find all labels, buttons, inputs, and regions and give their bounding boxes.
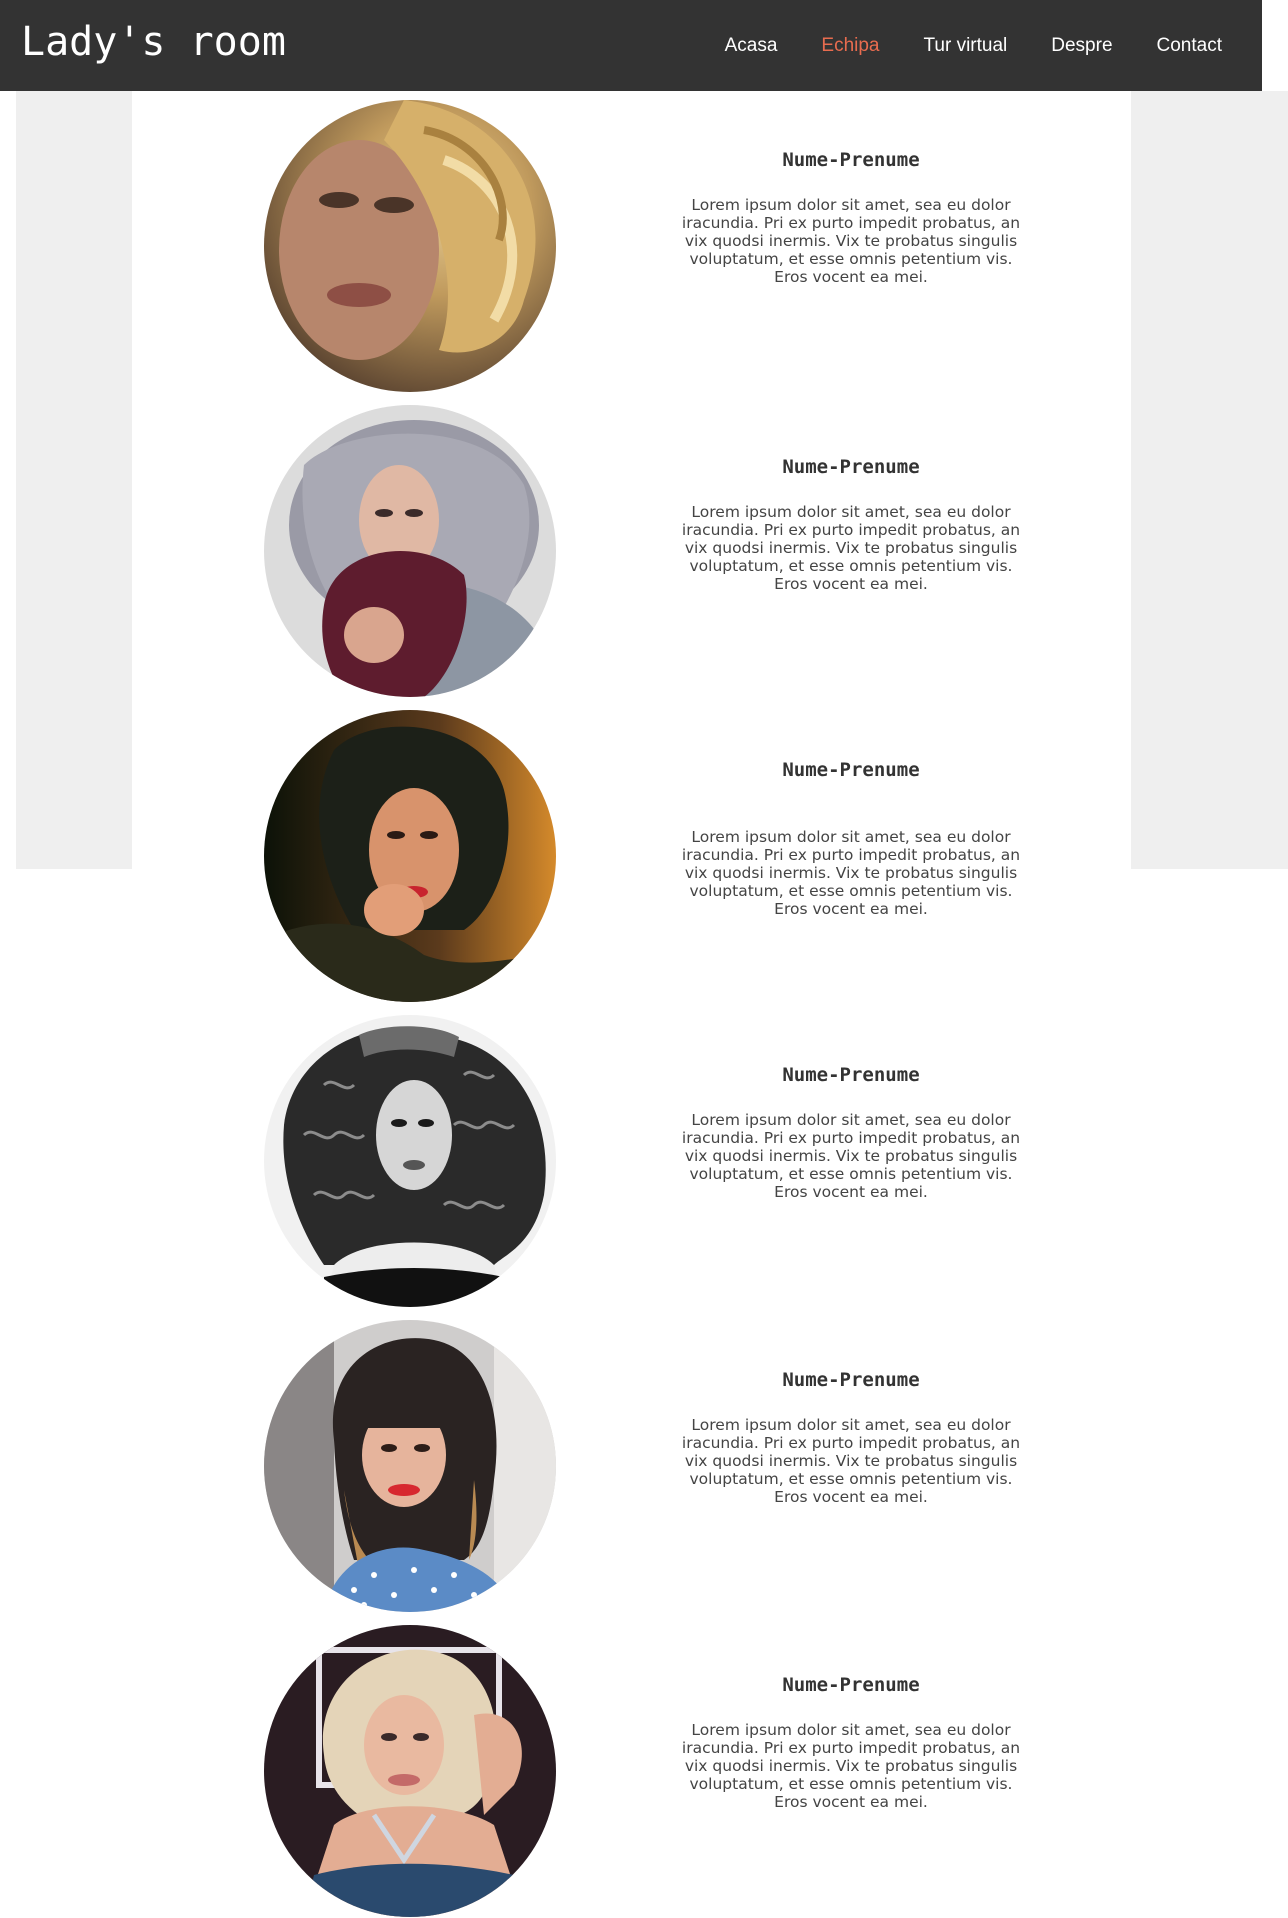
site-brand[interactable]: Lady's room — [21, 17, 286, 67]
team-member-card: Nume-Prenume Lorem ipsum dolor sit amet,… — [264, 1015, 1084, 1307]
member-photo — [264, 1015, 556, 1307]
main-nav: Acasa Echipa Tur virtual Despre Contact — [681, 0, 1222, 91]
member-name: Nume-Prenume — [782, 149, 920, 171]
team-member-card: Nume-Prenume Lorem ipsum dolor sit amet,… — [264, 405, 1084, 697]
member-bio: Lorem ipsum dolor sit amet, sea eu dolor… — [681, 1721, 1021, 1811]
member-info: Nume-Prenume Lorem ipsum dolor sit amet,… — [680, 455, 1022, 593]
nav-link-despre[interactable]: Despre — [1051, 35, 1112, 57]
member-bio: Lorem ipsum dolor sit amet, sea eu dolor… — [681, 1111, 1021, 1201]
team-member-card: Nume-Prenume Lorem ipsum dolor sit amet,… — [264, 710, 1084, 1002]
member-photo — [264, 1625, 556, 1917]
nav-link-echipa[interactable]: Echipa — [821, 35, 879, 57]
top-navbar: Lady's room Acasa Echipa Tur virtual Des… — [0, 0, 1262, 91]
nav-link-acasa[interactable]: Acasa — [725, 35, 778, 57]
member-photo — [264, 710, 556, 1002]
member-name: Nume-Prenume — [782, 1674, 920, 1696]
member-photo — [264, 405, 556, 697]
member-info: Nume-Prenume Lorem ipsum dolor sit amet,… — [680, 148, 1022, 286]
member-name: Nume-Prenume — [782, 1369, 920, 1391]
member-info: Nume-Prenume Lorem ipsum dolor sit amet,… — [680, 1368, 1022, 1506]
member-info: Nume-Prenume Lorem ipsum dolor sit amet,… — [680, 758, 1022, 918]
member-info: Nume-Prenume Lorem ipsum dolor sit amet,… — [680, 1673, 1022, 1811]
member-bio: Lorem ipsum dolor sit amet, sea eu dolor… — [681, 828, 1021, 918]
member-bio: Lorem ipsum dolor sit amet, sea eu dolor… — [681, 1416, 1021, 1506]
member-photo — [264, 100, 556, 392]
member-info: Nume-Prenume Lorem ipsum dolor sit amet,… — [680, 1063, 1022, 1201]
member-bio: Lorem ipsum dolor sit amet, sea eu dolor… — [681, 503, 1021, 593]
member-name: Nume-Prenume — [782, 1064, 920, 1086]
member-bio: Lorem ipsum dolor sit amet, sea eu dolor… — [681, 196, 1021, 286]
member-name: Nume-Prenume — [782, 456, 920, 478]
nav-link-tur-virtual[interactable]: Tur virtual — [924, 35, 1008, 57]
member-photo — [264, 1320, 556, 1612]
nav-link-contact[interactable]: Contact — [1157, 35, 1222, 57]
team-member-card: Nume-Prenume Lorem ipsum dolor sit amet,… — [264, 100, 1084, 392]
member-name: Nume-Prenume — [782, 759, 920, 781]
team-member-card: Nume-Prenume Lorem ipsum dolor sit amet,… — [264, 1320, 1084, 1612]
team-member-card: Nume-Prenume Lorem ipsum dolor sit amet,… — [264, 1625, 1084, 1917]
